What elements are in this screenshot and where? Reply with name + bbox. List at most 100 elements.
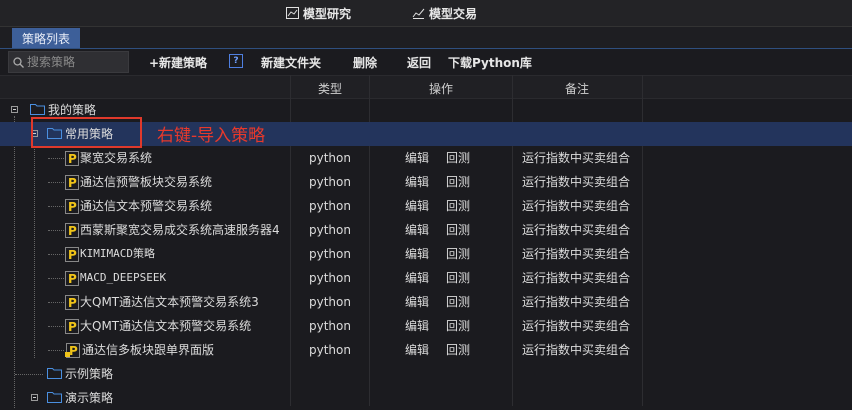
strategy-name: 西蒙斯聚宽交易成交系统高速服务器4 <box>80 223 280 237</box>
folder-icon <box>47 368 62 379</box>
annotation-highlight-box <box>31 117 142 148</box>
svg-text:P: P <box>68 176 77 190</box>
edit-link[interactable]: 编辑 <box>405 314 429 338</box>
backtest-link[interactable]: 回测 <box>446 266 470 290</box>
search-box[interactable] <box>8 51 129 73</box>
table-row[interactable]: P 通达信文本预警交易系统 python 编辑 回测 运行指数中买卖组合 <box>0 194 852 218</box>
back-button[interactable]: 返回 <box>407 54 431 71</box>
edit-link[interactable]: 编辑 <box>405 290 429 314</box>
strategy-note: 运行指数中买卖组合 <box>522 295 631 309</box>
strategy-name: 通达信文本预警交易系统 <box>80 199 213 213</box>
tree-row-demo[interactable]: 演示策略 <box>0 386 852 410</box>
strategy-name: 通达信多板块跟单界面版 <box>82 343 215 357</box>
python-file-icon: P <box>65 175 79 190</box>
backtest-link[interactable]: 回测 <box>446 218 470 242</box>
strategy-note: 运行指数中买卖组合 <box>522 271 631 285</box>
edit-link[interactable]: 编辑 <box>405 170 429 194</box>
edit-link[interactable]: 编辑 <box>405 338 429 362</box>
strategy-name: 聚宽交易系统 <box>80 151 153 165</box>
strategy-name: 大QMT通达信文本预警交易系统 <box>80 319 252 333</box>
strategy-name: 通达信预警板块交易系统 <box>80 175 213 189</box>
column-type: 类型 <box>318 82 343 96</box>
svg-text:P: P <box>68 296 77 310</box>
table-row[interactable]: P 西蒙斯聚宽交易成交系统高速服务器4 python 编辑 回测 运行指数中买卖… <box>0 218 852 242</box>
table-row[interactable]: P KIMIMACD策略 python 编辑 回测 运行指数中买卖组合 <box>0 242 852 266</box>
edit-link[interactable]: 编辑 <box>405 242 429 266</box>
tab-model-research[interactable]: 模型研究 <box>286 5 351 21</box>
chart-icon <box>286 7 299 19</box>
edit-link[interactable]: 编辑 <box>405 194 429 218</box>
strategy-name: MACD_DEEPSEEK <box>80 271 167 284</box>
panel-tab-strip: 策略列表 <box>0 27 852 49</box>
new-strategy-button[interactable]: +新建策略 <box>149 54 207 71</box>
table-row[interactable]: P 大QMT通达信文本预警交易系统 python 编辑 回测 运行指数中买卖组合 <box>0 314 852 338</box>
python-file-icon: P <box>65 319 79 334</box>
tree-label-demo: 演示策略 <box>65 391 114 405</box>
table-row[interactable]: P 聚宽交易系统 python 编辑 回测 运行指数中买卖组合 <box>0 146 852 170</box>
strategy-type: python <box>309 199 351 213</box>
backtest-link[interactable]: 回测 <box>446 290 470 314</box>
edit-link[interactable]: 编辑 <box>405 266 429 290</box>
new-folder-button[interactable]: 新建文件夹 <box>261 54 321 71</box>
tree-connector <box>48 206 64 207</box>
tab-strategy-list[interactable]: 策略列表 <box>12 28 80 48</box>
table-row[interactable]: P MACD_DEEPSEEK python 编辑 回测 运行指数中买卖组合 <box>0 266 852 290</box>
strategy-type: python <box>309 343 351 357</box>
tree-connector <box>48 302 64 303</box>
strategy-type: python <box>309 175 351 189</box>
backtest-link[interactable]: 回测 <box>446 194 470 218</box>
tree-connector <box>15 374 43 375</box>
backtest-link[interactable]: 回测 <box>446 314 470 338</box>
table-row[interactable]: P 大QMT通达信文本预警交易系统3 python 编辑 回测 运行指数中买卖组… <box>0 290 852 314</box>
tab-model-trade[interactable]: 模型交易 <box>412 5 477 21</box>
strategy-type: python <box>309 271 351 285</box>
locked-python-file-icon: P <box>65 343 80 358</box>
collapse-icon[interactable] <box>11 106 18 113</box>
backtest-link[interactable]: 回测 <box>446 338 470 362</box>
backtest-link[interactable]: 回测 <box>446 170 470 194</box>
table-row[interactable]: P 通达信预警板块交易系统 python 编辑 回测 运行指数中买卖组合 <box>0 170 852 194</box>
help-icon[interactable]: ? <box>229 54 243 68</box>
search-input[interactable] <box>27 55 123 69</box>
edit-link[interactable]: 编辑 <box>405 146 429 170</box>
svg-text:P: P <box>68 248 77 262</box>
svg-text:P: P <box>68 272 77 286</box>
tree-row-examples[interactable]: 示例策略 <box>0 362 852 386</box>
strategy-note: 运行指数中买卖组合 <box>522 247 631 261</box>
tree-label-examples: 示例策略 <box>65 367 114 381</box>
download-python-button[interactable]: 下载Python库 <box>448 54 532 71</box>
python-file-icon: P <box>65 295 79 310</box>
strategy-type: python <box>309 151 351 165</box>
folder-icon <box>30 104 45 115</box>
edit-link[interactable]: 编辑 <box>405 218 429 242</box>
strategy-note: 运行指数中买卖组合 <box>522 175 631 189</box>
strategy-type: python <box>309 223 351 237</box>
strategy-name: KIMIMACD策略 <box>80 247 155 260</box>
tree-connector <box>48 350 64 351</box>
column-note: 备注 <box>565 82 590 96</box>
tree-connector <box>48 158 64 159</box>
folder-icon <box>47 392 62 403</box>
tree-connector <box>48 254 64 255</box>
tree-connector <box>48 278 64 279</box>
table-header: 类型 操作 备注 <box>0 75 852 99</box>
toolbar: +新建策略 ? 新建文件夹 删除 返回 下载Python库 <box>0 49 852 75</box>
strategy-name: 大QMT通达信文本预警交易系统3 <box>80 295 259 309</box>
delete-button[interactable]: 删除 <box>353 54 377 71</box>
backtest-link[interactable]: 回测 <box>446 242 470 266</box>
top-bar: 模型研究 模型交易 <box>0 0 852 27</box>
strategy-type: python <box>309 319 351 333</box>
annotation-text: 右键-导入策略 <box>157 126 266 146</box>
svg-text:P: P <box>68 152 77 166</box>
svg-text:P: P <box>68 320 77 334</box>
strategy-type: python <box>309 247 351 261</box>
strategy-note: 运行指数中买卖组合 <box>522 151 631 165</box>
backtest-link[interactable]: 回测 <box>446 146 470 170</box>
strategy-note: 运行指数中买卖组合 <box>522 343 631 357</box>
svg-text:P: P <box>69 344 78 358</box>
table-row[interactable]: P 通达信多板块跟单界面版 python 编辑 回测 运行指数中买卖组合 <box>0 338 852 362</box>
svg-text:P: P <box>68 200 77 214</box>
strategy-note: 运行指数中买卖组合 <box>522 319 631 333</box>
collapse-icon[interactable] <box>31 394 38 401</box>
tree-connector <box>48 230 64 231</box>
